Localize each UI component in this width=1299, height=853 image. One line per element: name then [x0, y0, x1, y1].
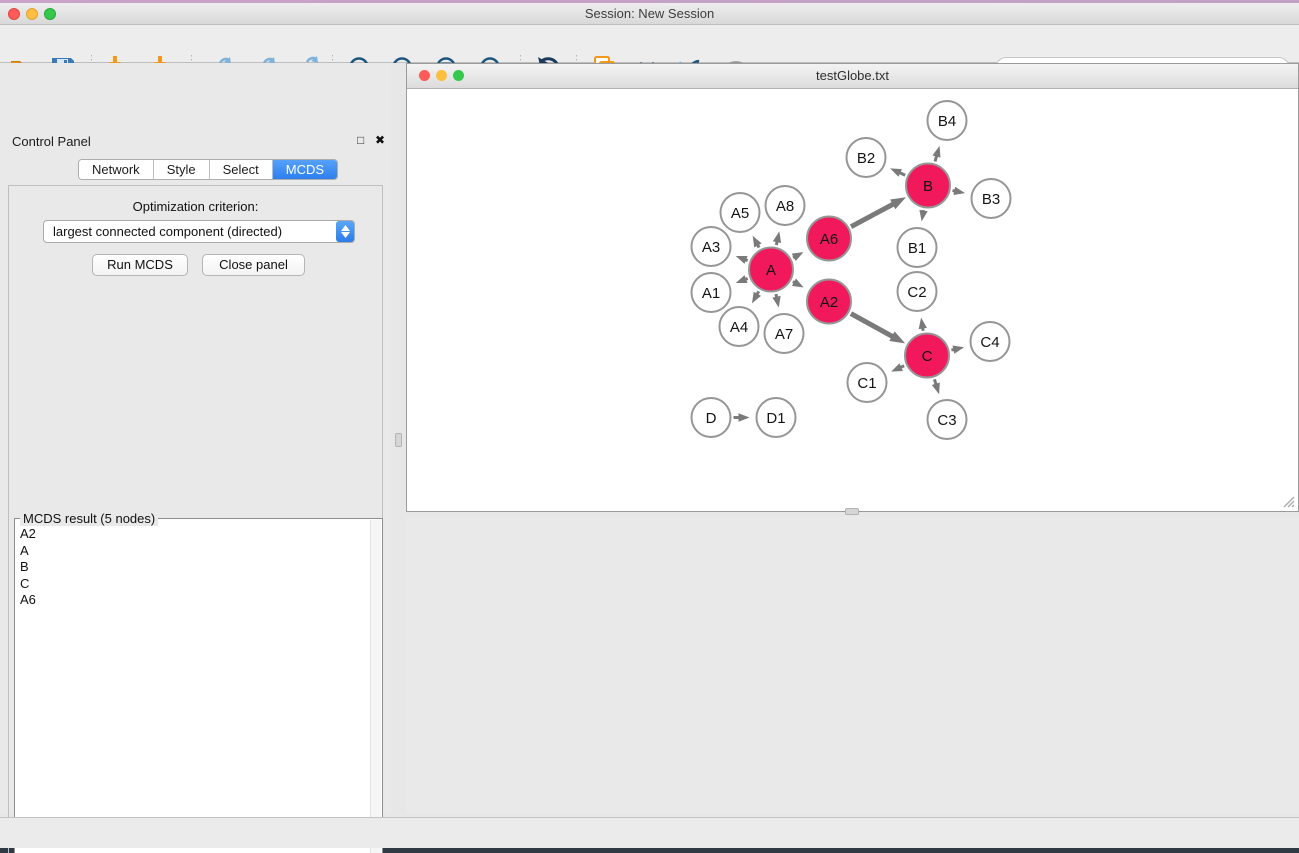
control-panel-title: Control Panel	[12, 134, 91, 149]
mcds-result-item[interactable]: C	[20, 576, 370, 593]
network-view-window: testGlobe.txt A A1 A2 A3 A4 A5 A6 A7 A8 B B1 B2 B3 B4…	[406, 63, 1299, 512]
graph-node-label: D	[706, 410, 717, 427]
graph-edge-A2-C[interactable]	[851, 314, 893, 337]
graph-node-label: A8	[776, 198, 794, 215]
edge-arrowhead	[739, 413, 750, 421]
optimization-criterion-select[interactable]: largest connected component (directed)	[43, 220, 355, 243]
edge-arrowhead	[953, 187, 965, 195]
optimization-criterion-label: Optimization criterion:	[8, 199, 383, 214]
graph-node-label: A3	[702, 239, 720, 256]
tab-network[interactable]: Network	[79, 160, 154, 179]
mcds-result-item[interactable]: A	[20, 543, 370, 560]
network-canvas[interactable]: A A1 A2 A3 A4 A5 A6 A7 A8 B B1 B2 B3 B4 C C1 C2 C3 C4 D D1	[407, 89, 1298, 511]
graph-node-label: A2	[820, 294, 838, 311]
close-panel-button[interactable]: Close panel	[202, 254, 305, 276]
graph-node-label: B1	[908, 240, 926, 257]
edge-arrowhead	[890, 168, 902, 176]
close-window-button[interactable]	[8, 8, 20, 20]
edge-arrowhead	[752, 292, 761, 304]
mcds-result-scrollbar[interactable]	[370, 520, 381, 853]
mcds-result-item[interactable]: A6	[20, 592, 370, 609]
horizontal-splitter-gripper[interactable]	[845, 508, 859, 515]
network-window-title: testGlobe.txt	[407, 64, 1298, 88]
tab-style[interactable]: Style	[154, 160, 210, 179]
edge-arrowhead	[891, 363, 903, 371]
graph-node-label: C4	[980, 334, 999, 351]
vertical-splitter-gripper[interactable]	[395, 433, 402, 447]
edge-arrowhead	[919, 318, 927, 330]
edge-arrowhead	[919, 210, 927, 222]
graph-node-label: C1	[857, 375, 876, 392]
graph-node-label: C3	[937, 412, 956, 429]
tab-mcds[interactable]: MCDS	[273, 160, 337, 179]
graph-node-label: A5	[731, 205, 749, 222]
mcds-result-list[interactable]: A2ABCA6	[16, 523, 370, 853]
graph-node-label: B	[923, 178, 933, 195]
control-panel-tabs: NetworkStyleSelectMCDS	[78, 159, 338, 180]
network-graph[interactable]: A A1 A2 A3 A4 A5 A6 A7 A8 B B1 B2 B3 B4 C C1 C2 C3 C4 D D1	[407, 89, 1298, 511]
graph-node-label: B3	[982, 191, 1000, 208]
tab-select[interactable]: Select	[210, 160, 273, 179]
edge-arrowhead	[736, 275, 748, 283]
window-resize-grip-icon[interactable]	[1282, 495, 1295, 508]
edge-arrowhead	[772, 296, 780, 308]
graph-node-label: C2	[907, 284, 926, 301]
network-window-titlebar: testGlobe.txt	[407, 64, 1298, 89]
graph-node-label: B4	[938, 113, 956, 130]
control-panel: Control Panel □ ✖ NetworkStyleSelectMCDS…	[0, 63, 391, 813]
graph-node-label: A6	[820, 231, 838, 248]
edge-arrowhead	[932, 146, 940, 158]
main-toolbar	[0, 25, 1299, 63]
float-panel-icon[interactable]: □	[357, 133, 364, 147]
edge-arrowhead	[753, 236, 762, 248]
select-stepper-icon	[336, 221, 354, 242]
app-titlebar: Session: New Session	[0, 3, 1299, 25]
mcds-result-item[interactable]: A2	[20, 526, 370, 543]
graph-node-label: A7	[775, 326, 793, 343]
graph-node-label: A	[766, 262, 776, 279]
graph-node-label: C	[922, 348, 933, 365]
edge-arrowhead	[773, 231, 781, 243]
status-bar: Memory	[0, 817, 1299, 848]
edge-arrowhead	[792, 278, 804, 287]
edge-arrowhead	[792, 252, 804, 261]
run-mcds-button[interactable]: Run MCDS	[92, 254, 188, 276]
graph-node-label: A1	[702, 285, 720, 302]
graph-edge-A6-B[interactable]	[851, 204, 894, 227]
network-zoom-button[interactable]	[453, 70, 464, 81]
graph-node-label: B2	[857, 150, 875, 167]
minimize-window-button[interactable]	[26, 8, 38, 20]
network-minimize-button[interactable]	[436, 70, 447, 81]
edge-arrowhead	[736, 256, 748, 264]
close-panel-icon[interactable]: ✖	[375, 133, 385, 147]
mcds-result-item[interactable]: B	[20, 559, 370, 576]
graph-node-label: D1	[766, 410, 785, 427]
edge-arrowhead	[890, 197, 906, 209]
app-title: Session: New Session	[0, 3, 1299, 24]
mcds-result-box: MCDS result (5 nodes) A2ABCA6	[14, 518, 383, 853]
table-panel: Table Panel □ ✖ ⚙ f(x) shared nameMCDS r…	[406, 517, 1299, 813]
edge-arrowhead	[952, 346, 964, 354]
criterion-selected-value: largest connected component (directed)	[44, 224, 336, 239]
network-close-button[interactable]	[419, 70, 430, 81]
zoom-window-button[interactable]	[44, 8, 56, 20]
graph-node-label: A4	[730, 319, 748, 336]
edge-arrowhead	[932, 382, 940, 394]
